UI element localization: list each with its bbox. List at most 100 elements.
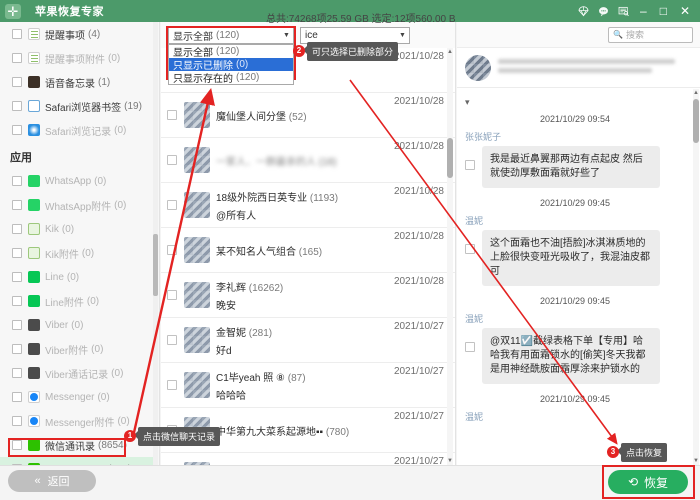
- conversation-checkbox[interactable]: [167, 380, 177, 390]
- minimize-button[interactable]: –: [638, 5, 649, 17]
- message-bubble: @双11☑️截绿表格下单【专用】哈哈我有用面霜锁水的[偷笑]冬天我都是用神经酰胺…: [482, 328, 660, 384]
- conversation-name: C1毕yeah 照 ⑧ (87): [216, 372, 306, 384]
- sidebar-scrollbar-thumb[interactable]: [153, 234, 158, 296]
- sidebar-item-label: Line: [45, 271, 64, 283]
- conversation-row[interactable]: 某不知名人气组合 (165) 2021/10/28: [161, 228, 455, 273]
- sidebar-item-checkbox[interactable]: [12, 344, 22, 354]
- scroll-up-arrow-icon[interactable]: ▲: [447, 48, 453, 56]
- sidebar-item-app-7[interactable]: Viber附件 (0): [0, 337, 154, 361]
- sidebar-item-checkbox[interactable]: [12, 200, 22, 210]
- close-button[interactable]: ✕: [678, 5, 692, 17]
- sidebar-item-app-8[interactable]: Viber通话记录 (0): [0, 361, 154, 385]
- conversation-row[interactable]: 18级外院西日英专业 (1193) @所有人 2021/10/28: [161, 183, 455, 228]
- conversation-date: 2021/10/28: [393, 231, 444, 242]
- sidebar-item-sys-3[interactable]: Safari浏览器书签 (19): [0, 94, 154, 118]
- maximize-button[interactable]: □: [658, 5, 669, 17]
- search-input[interactable]: 🔍 搜索: [608, 26, 693, 43]
- message-checkbox[interactable]: [465, 244, 475, 254]
- sidebar-item-app-12[interactable]: 微信聊天记录(179): [0, 457, 154, 465]
- filter-dropdown[interactable]: 显示全部 (120) ▼: [168, 26, 294, 44]
- sidebar-item-app-0[interactable]: WhatsApp (0): [0, 169, 154, 193]
- conversation-row[interactable]: 金智妮 (281) 好d 2021/10/27: [161, 318, 455, 363]
- conversation-checkbox[interactable]: [167, 290, 177, 300]
- chat-toolbar: 🔍 搜索: [457, 22, 700, 48]
- filter-option-2[interactable]: 只显示存在的 (120): [169, 71, 293, 85]
- sidebar-item-checkbox[interactable]: [12, 77, 22, 87]
- scroll-down-arrow-icon[interactable]: ▼: [447, 457, 453, 465]
- sidebar-item-app-2[interactable]: Kik (0): [0, 217, 154, 241]
- conversation-row[interactable]: a mamá▪ (4369)2021/10/27: [161, 453, 455, 465]
- chat-scrollbar[interactable]: ▲ ▼: [693, 89, 699, 465]
- status-summary: 总共:74268项25.59 GB 选定:12项560.00 B: [266, 14, 456, 25]
- sidebar-item-checkbox[interactable]: [12, 392, 22, 402]
- sidebar-item-checkbox[interactable]: [12, 29, 22, 39]
- conversation-checkbox[interactable]: [167, 200, 177, 210]
- filter-dropdown-menu[interactable]: 显示全部 (120) 只显示已删除 (0) 只显示存在的 (120): [168, 44, 294, 85]
- conversation-name: 金智妮 (281): [216, 327, 273, 339]
- sidebar-item-sys-1[interactable]: 提醒事项附件 (0): [0, 46, 154, 70]
- message-timestamp: 2021/10/29 09:45: [539, 198, 611, 208]
- list-scrollbar-thumb[interactable]: [447, 138, 453, 178]
- list-scrollbar[interactable]: ▲ ▼: [447, 48, 453, 465]
- conversation-text: 一家人．一群最亲的人 (18): [216, 153, 388, 168]
- filter-dropdown-value: 显示全部: [173, 31, 213, 43]
- conversation-date: 2021/10/27: [393, 411, 444, 422]
- sidebar-item-app-1[interactable]: WhatsApp附件 (0): [0, 193, 154, 217]
- sidebar-item-sys-2[interactable]: 语音备忘录 (1): [0, 70, 154, 94]
- filter-option-count: (120): [236, 72, 260, 83]
- conversation-row[interactable]: C1毕yeah 照 ⑧ (87) 哈哈哈 2021/10/27: [161, 363, 455, 408]
- sidebar-scrollbar[interactable]: [153, 22, 158, 465]
- title-bar-actions: – □ ✕: [578, 5, 700, 17]
- conversation-name: 中华第九大菜系起源地▪▪ (780): [216, 426, 350, 438]
- message-sender: 温妮: [465, 412, 484, 422]
- wechat-icon: [28, 439, 40, 451]
- chat-icon[interactable]: [598, 6, 609, 17]
- conversation-checkbox[interactable]: [167, 110, 177, 120]
- sidebar-item-checkbox[interactable]: [12, 224, 22, 234]
- message-checkbox[interactable]: [465, 342, 475, 352]
- sidebar-item-checkbox[interactable]: [12, 368, 22, 378]
- conversation-checkbox[interactable]: [167, 245, 177, 255]
- sidebar-item-count: (0): [91, 343, 104, 355]
- chat-message: 温妮: [457, 410, 693, 432]
- sidebar-item-checkbox[interactable]: [12, 101, 22, 111]
- chevron-down-icon[interactable]: ▾: [457, 89, 693, 110]
- conversation-checkbox[interactable]: [167, 335, 177, 345]
- scroll-up-arrow-icon[interactable]: ▲: [693, 89, 699, 97]
- chat-scrollbar-thumb[interactable]: [693, 99, 699, 143]
- back-button[interactable]: « 返回: [8, 470, 96, 492]
- conversation-row[interactable]: 李礼辉 (16262) 晚安 2021/10/28: [161, 273, 455, 318]
- filter-dropdown-count: (120): [216, 29, 240, 41]
- feedback-icon[interactable]: [618, 6, 629, 17]
- sidebar-item-app-6[interactable]: Viber (0): [0, 313, 154, 337]
- sidebar-item-label: Viber: [45, 319, 69, 331]
- sidebar-item-checkbox[interactable]: [12, 176, 22, 186]
- status-bar: [0, 465, 700, 500]
- sidebar-item-checkbox[interactable]: [12, 272, 22, 282]
- kik-icon: [28, 247, 40, 259]
- keyword-dropdown[interactable]: ice ▼: [300, 26, 410, 44]
- sidebar-item-checkbox[interactable]: [12, 416, 22, 426]
- list-icon: [28, 28, 40, 40]
- sidebar-item-checkbox[interactable]: [12, 296, 22, 306]
- sidebar-item-app-5[interactable]: Line附件 (0): [0, 289, 154, 313]
- voice-memo-icon: [28, 76, 40, 88]
- sidebar-item-label: WhatsApp: [45, 175, 92, 187]
- sidebar-item-app-3[interactable]: Kik附件 (0): [0, 241, 154, 265]
- sidebar-item-app-9[interactable]: Messenger (0): [0, 385, 154, 409]
- message-checkbox[interactable]: [465, 160, 475, 170]
- sidebar-item-checkbox[interactable]: [12, 53, 22, 63]
- sidebar-item-checkbox[interactable]: [12, 320, 22, 330]
- sidebar-item-checkbox[interactable]: [12, 125, 22, 135]
- conversation-row[interactable]: 一家人．一群最亲的人 (18) 2021/10/28: [161, 138, 455, 183]
- scroll-down-arrow-icon[interactable]: ▼: [693, 457, 699, 465]
- conversation-row[interactable]: 魔仙堡人间分堡 (52) 2021/10/28: [161, 93, 455, 138]
- conversation-checkbox[interactable]: [167, 155, 177, 165]
- filter-option-label: 只显示存在的: [173, 74, 233, 85]
- sidebar-item-app-4[interactable]: Line (0): [0, 265, 154, 289]
- sidebar-item-sys-0[interactable]: 提醒事项 (4): [0, 22, 154, 46]
- sidebar-item-checkbox[interactable]: [12, 440, 22, 450]
- parachute-icon[interactable]: [578, 5, 589, 17]
- sidebar-item-checkbox[interactable]: [12, 248, 22, 258]
- sidebar-item-sys-4[interactable]: Safari浏览记录 (0): [0, 118, 154, 142]
